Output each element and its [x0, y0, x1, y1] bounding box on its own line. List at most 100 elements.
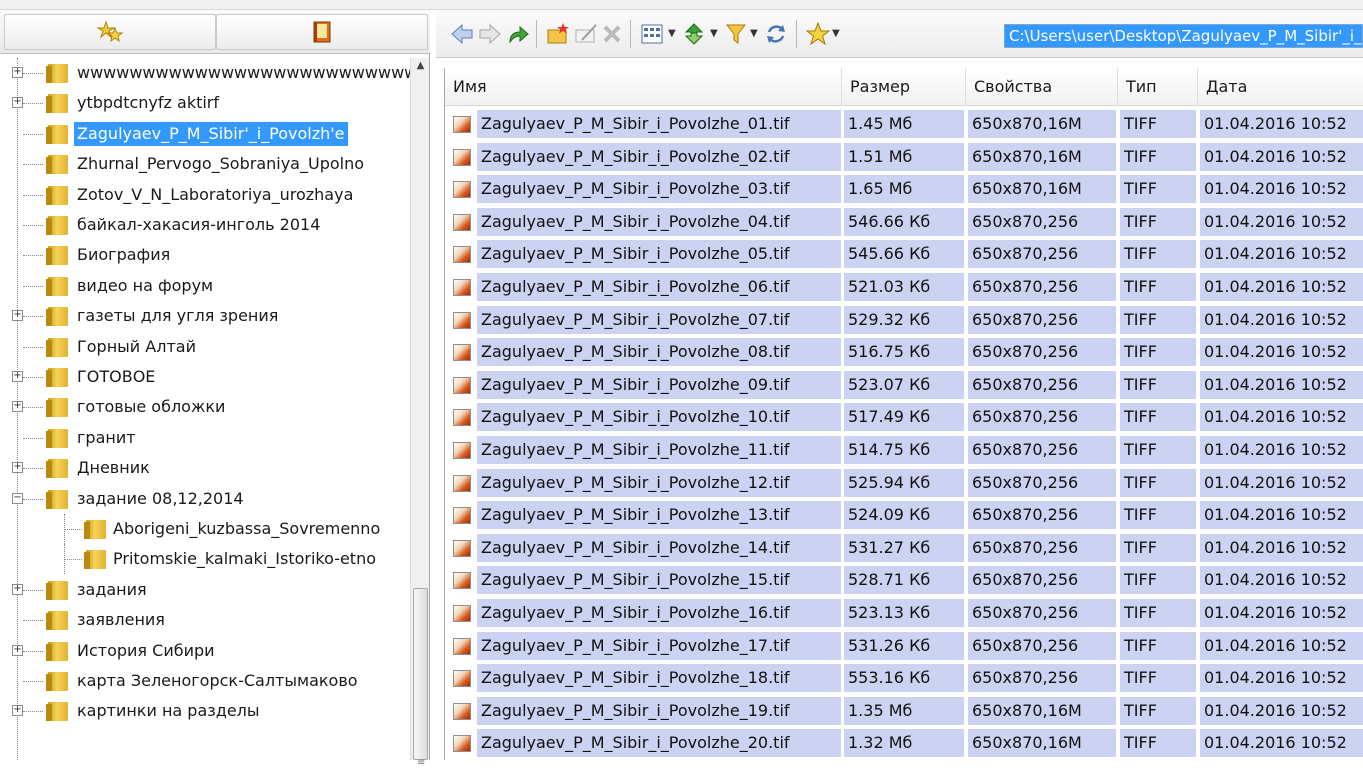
tif-image-icon [453, 474, 471, 492]
expand-icon[interactable]: + [12, 705, 23, 717]
delete-icon[interactable] [600, 22, 624, 46]
column-name-header[interactable]: Имя [445, 68, 842, 106]
file-type-cell: TIFF [1120, 305, 1196, 334]
column-date-header[interactable]: Дата [1198, 68, 1363, 106]
file-type-cell: TIFF [1120, 729, 1196, 758]
file-name-cell: Zagulyaev_P_M_Sibir_i_Povolzhe_10.tif [477, 403, 841, 432]
bookmarks-button[interactable] [216, 14, 428, 50]
tree-item[interactable]: Биография [0, 240, 410, 270]
expand-icon[interactable]: + [12, 583, 23, 595]
collapse-icon[interactable]: − [12, 492, 23, 504]
expand-icon[interactable]: + [12, 67, 23, 78]
tree-item[interactable]: + газеты для угля зрения [0, 301, 410, 331]
tree-item[interactable]: + ytbpdtcnyfz aktirf [0, 88, 410, 118]
scrollbar-thumb[interactable]: ≡ [413, 588, 428, 768]
expand-icon[interactable]: + [12, 310, 23, 322]
file-props-cell: 650x870,256 [968, 240, 1116, 269]
tree-item[interactable]: видео на форум [0, 271, 410, 301]
tree-item[interactable]: + История Сибири [0, 636, 410, 666]
column-type-header[interactable]: Тип [1118, 68, 1198, 106]
tree-item[interactable]: Aborigeni_kuzbassa_Sovremenno [0, 514, 410, 544]
favorites-dropdown-icon[interactable]: ▼ [832, 28, 840, 39]
tree-item[interactable]: − задание 08,12,2014 [0, 484, 410, 514]
tree-item[interactable]: Pritomskie_kalmaki_Istoriko-etno [0, 544, 410, 575]
column-properties-header[interactable]: Свойства [966, 68, 1118, 106]
file-size-cell: 531.27 Кб [844, 533, 964, 562]
tree-item[interactable]: + wwwwwwwwwwwwwwwwwwwwwwwwww [0, 58, 410, 88]
tree-item-label: Биография [77, 245, 171, 265]
file-row[interactable]: Zagulyaev_P_M_Sibir_i_Povolzhe_12.tif 525… [445, 467, 1363, 499]
sort-dropdown-icon[interactable]: ▼ [710, 28, 718, 39]
tif-image-icon [453, 409, 471, 427]
file-row[interactable]: Zagulyaev_P_M_Sibir_i_Povolzhe_15.tif 528… [445, 564, 1363, 596]
filter-dropdown-icon[interactable]: ▼ [750, 28, 758, 39]
file-row[interactable]: Zagulyaev_P_M_Sibir_i_Povolzhe_19.tif 1.3… [445, 695, 1363, 727]
view-mode-icon[interactable] [640, 22, 664, 46]
tree-item[interactable]: карта Зеленогорск-Салтымаково [0, 666, 410, 696]
tree-item[interactable]: заявления [0, 605, 410, 635]
tree-item[interactable]: + картинки на разделы [0, 696, 410, 726]
expand-icon[interactable]: + [12, 401, 23, 413]
file-row[interactable]: Zagulyaev_P_M_Sibir_i_Povolzhe_06.tif 521… [445, 271, 1363, 303]
file-row[interactable]: Zagulyaev_P_M_Sibir_i_Povolzhe_04.tif 546… [445, 206, 1363, 238]
file-date-cell: 01.04.2016 10:52 [1200, 338, 1363, 367]
sort-icon[interactable] [682, 22, 706, 46]
tree-item[interactable]: гранит [0, 423, 410, 453]
file-size-cell: 514.75 Кб [844, 436, 964, 464]
file-row[interactable]: Zagulyaev_P_M_Sibir_i_Povolzhe_01.tif 1.4… [445, 108, 1363, 140]
file-row[interactable]: Zagulyaev_P_M_Sibir_i_Povolzhe_02.tif 1.5… [445, 141, 1363, 173]
file-row[interactable]: Zagulyaev_P_M_Sibir_i_Povolzhe_14.tif 531… [445, 532, 1363, 564]
file-row[interactable]: Zagulyaev_P_M_Sibir_i_Povolzhe_08.tif 516… [445, 336, 1363, 368]
tree-item[interactable]: + задания [0, 575, 410, 605]
tree-item[interactable]: + ГОТОВОЕ [0, 362, 410, 392]
tree-item[interactable]: Zotov_V_N_Laboratoriya_urozhaya [0, 180, 410, 210]
tree-item[interactable]: Zagulyaev_P_M_Sibir'_i_Povolzh'e [0, 119, 410, 149]
file-row[interactable]: Zagulyaev_P_M_Sibir_i_Povolzhe_20.tif 1.3… [445, 727, 1363, 759]
file-row[interactable]: Zagulyaev_P_M_Sibir_i_Povolzhe_10.tif 517… [445, 401, 1363, 433]
file-row[interactable]: Zagulyaev_P_M_Sibir_i_Povolzhe_03.tif 1.6… [445, 173, 1363, 205]
refresh-icon[interactable] [764, 22, 788, 46]
file-date-cell: 01.04.2016 10:52 [1200, 240, 1363, 269]
column-size-header[interactable]: Размер [842, 68, 966, 106]
file-row[interactable]: Zagulyaev_P_M_Sibir_i_Povolzhe_16.tif 523… [445, 597, 1363, 629]
file-row[interactable]: Zagulyaev_P_M_Sibir_i_Povolzhe_13.tif 524… [445, 499, 1363, 531]
file-type-cell: TIFF [1120, 370, 1196, 399]
forward-arrow-icon[interactable] [478, 22, 502, 46]
expand-icon[interactable]: + [12, 97, 23, 109]
tree-item[interactable]: + Дневник [0, 453, 410, 483]
up-folder-icon[interactable] [506, 22, 530, 46]
path-input[interactable]: C:\Users\user\Desktop\Zagulyaev_P_M_Sibi… [1004, 24, 1363, 48]
file-row[interactable]: Zagulyaev_P_M_Sibir_i_Povolzhe_17.tif 531… [445, 630, 1363, 662]
expand-icon[interactable]: + [12, 462, 23, 474]
new-folder-icon[interactable] [546, 22, 570, 46]
rename-icon[interactable] [574, 22, 598, 46]
favorites-star-icon[interactable] [806, 22, 830, 46]
tree-item[interactable]: Zhurnal_Pervogo_Sobraniya_Upolno [0, 149, 410, 179]
file-size-cell: 516.75 Кб [844, 338, 964, 367]
file-row[interactable]: Zagulyaev_P_M_Sibir_i_Povolzhe_09.tif 523… [445, 369, 1363, 401]
expand-icon[interactable]: + [12, 644, 23, 656]
file-row[interactable]: Zagulyaev_P_M_Sibir_i_Povolzhe_07.tif 529… [445, 304, 1363, 336]
favorites-button[interactable] [4, 14, 216, 50]
back-arrow-icon[interactable] [450, 22, 474, 46]
file-row[interactable]: Zagulyaev_P_M_Sibir_i_Povolzhe_05.tif 545… [445, 238, 1363, 270]
folder-icon [46, 124, 68, 144]
tree-scrollbar[interactable]: ▲ ≡ [410, 58, 429, 768]
file-row[interactable]: Zagulyaev_P_M_Sibir_i_Povolzhe_11.tif 514… [445, 434, 1363, 466]
file-name-cell: Zagulyaev_P_M_Sibir_i_Povolzhe_08.tif [477, 338, 841, 367]
file-date-cell: 01.04.2016 10:52 [1200, 110, 1363, 138]
tree-item-label: карта Зеленогорск-Салтымаково [77, 671, 358, 690]
view-mode-dropdown-icon[interactable]: ▼ [668, 28, 676, 39]
file-date-cell: 01.04.2016 10:52 [1200, 305, 1363, 334]
expand-icon[interactable]: + [12, 371, 23, 382]
tree-guide-line [23, 225, 43, 226]
file-props-cell: 650x870,16M [968, 696, 1116, 725]
tree-item[interactable]: байкал-хакасия-инголь 2014 [0, 210, 410, 240]
tree-item[interactable]: Горный Алтай [0, 332, 410, 362]
tree-item[interactable]: + готовые обложки [0, 392, 410, 422]
file-row[interactable]: Zagulyaev_P_M_Sibir_i_Povolzhe_18.tif 553… [445, 662, 1363, 694]
filter-icon[interactable] [724, 22, 748, 46]
file-props-cell: 650x870,256 [968, 338, 1116, 367]
file-name-cell: Zagulyaev_P_M_Sibir_i_Povolzhe_04.tif [477, 207, 841, 236]
scroll-up-arrow-icon[interactable]: ▲ [413, 60, 428, 76]
